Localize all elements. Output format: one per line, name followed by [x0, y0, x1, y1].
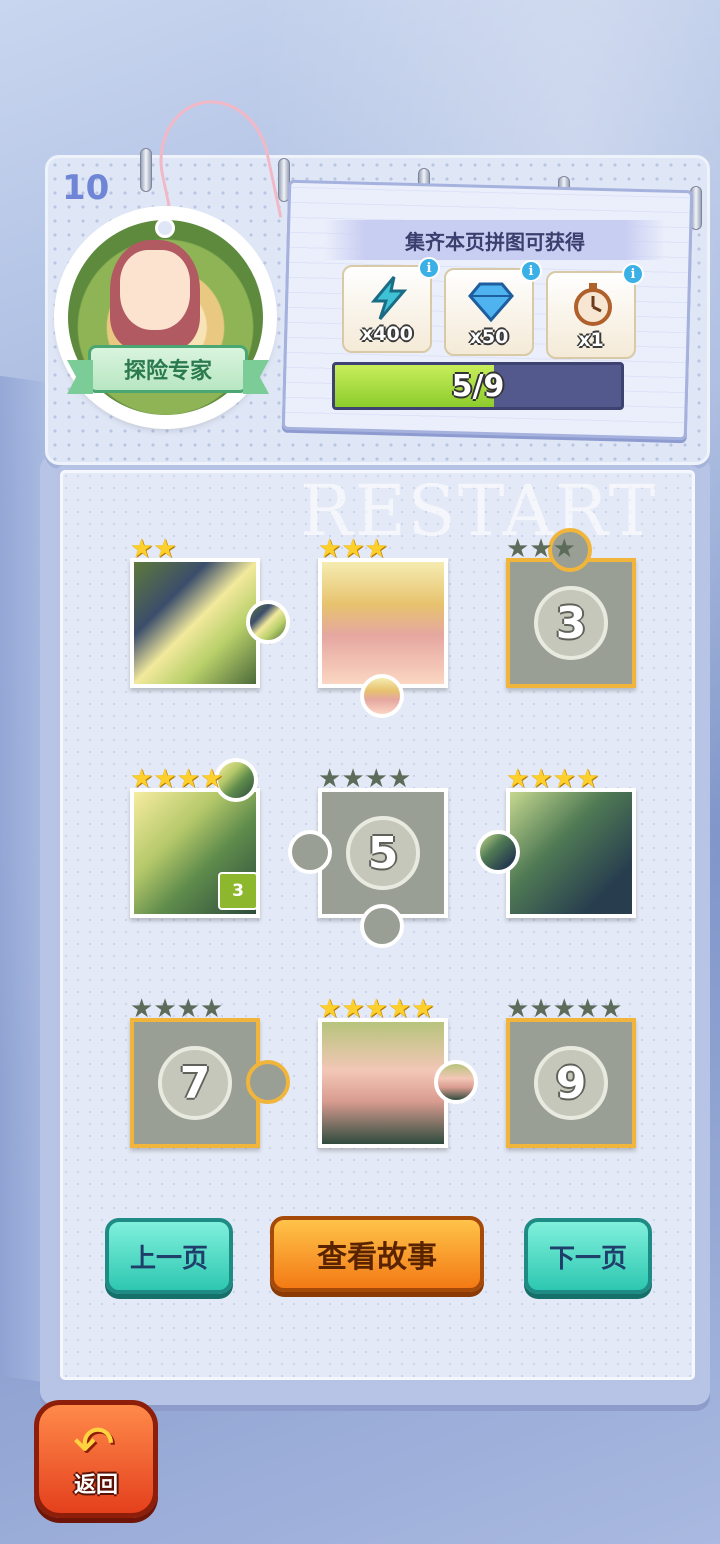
piece-number: 3 [534, 586, 608, 660]
puzzle-piece-1[interactable]: ★ ★ [130, 536, 290, 688]
reward-item-stopwatch[interactable]: x1 i [546, 263, 644, 359]
star-icon: ★ [387, 764, 412, 794]
piece-stars: ★ ★ ★ [318, 536, 388, 562]
puzzle-piece-5[interactable]: 5 ★ ★ ★ ★ [288, 766, 448, 948]
star-icon: ★ [575, 994, 600, 1024]
back-arrow-icon: ↶ [73, 1415, 115, 1473]
puzzle-piece-9[interactable]: 9 ★ ★ ★ ★ ★ [506, 996, 636, 1148]
reward-item-diamond[interactable]: x50 i [444, 260, 542, 356]
piece-knob [360, 674, 404, 718]
puzzle-piece-2[interactable]: ★ ★ ★ [318, 536, 448, 718]
binder-ring [140, 148, 152, 192]
piece-number: 9 [534, 1046, 608, 1120]
piece-knob [360, 904, 404, 948]
info-icon[interactable]: i [622, 263, 644, 285]
info-icon[interactable]: i [520, 260, 542, 282]
badge-hole [155, 218, 175, 238]
star-icon: ★ [341, 764, 365, 794]
puzzle-piece-3[interactable]: 3 ★ ★ ★ [506, 528, 636, 688]
star-icon: ★ [411, 994, 435, 1024]
prev-page-button[interactable]: 上一页 [105, 1218, 233, 1294]
star-icon: ★ [599, 994, 623, 1024]
piece-art [130, 558, 260, 688]
piece-art [318, 558, 448, 688]
star-icon: ★ [176, 764, 200, 794]
piece-stars: ★ ★ [130, 536, 177, 562]
collection-progress-bar: 5/9 [332, 362, 624, 410]
star-icon: ★ [506, 534, 530, 564]
star-icon: ★ [130, 994, 154, 1024]
piece-stars: ★ ★ ★ ★ [318, 766, 411, 792]
piece-number: 5 [346, 816, 420, 890]
piece-stars: ★ ★ ★ ★ ★ [506, 996, 623, 1022]
info-icon[interactable]: i [418, 257, 440, 279]
reward-count: x1 [578, 329, 604, 351]
star-icon: ★ [153, 994, 177, 1024]
page-number: 10 [62, 168, 110, 208]
next-page-label: 下一页 [548, 1243, 627, 1274]
star-icon: ★ [506, 994, 530, 1024]
star-icon: ★ [575, 764, 600, 794]
star-icon: ★ [130, 534, 154, 564]
piece-stars: ★ ★ ★ [506, 536, 576, 562]
star-icon: ★ [318, 994, 342, 1024]
puzzle-piece-8[interactable]: ★ ★ ★ ★ ★ [318, 996, 478, 1148]
piece-stars: ★ ★ ★ ★ ★ [318, 996, 435, 1022]
reward-title: 集齐本页拼图可获得 [325, 220, 665, 260]
star-icon: ★ [318, 534, 342, 564]
reward-count: x50 [469, 326, 509, 348]
badge-title: 探险专家 [123, 359, 212, 384]
energy-bolt-icon [366, 275, 412, 321]
puzzle-piece-7[interactable]: 7 ★ ★ ★ ★ [130, 996, 290, 1148]
piece-knob [434, 1060, 478, 1104]
piece-art [318, 1018, 448, 1148]
view-story-label: 查看故事 [317, 1240, 437, 1275]
piece-number: 7 [158, 1046, 232, 1120]
piece-stars: ★ ★ ★ ★ [130, 996, 223, 1022]
star-icon: ★ [199, 994, 224, 1024]
star-icon: ★ [153, 764, 177, 794]
star-icon: ★ [364, 534, 388, 564]
piece-art [506, 788, 636, 918]
star-icon: ★ [364, 994, 388, 1024]
reward-count: x400 [361, 323, 413, 345]
piece-knob [246, 1060, 290, 1104]
diamond-icon [468, 278, 514, 324]
badge-ribbon: 探险专家 [88, 345, 248, 393]
star-icon: ★ [529, 994, 553, 1024]
star-icon: ★ [176, 994, 200, 1024]
piece-knob [246, 600, 290, 644]
star-icon: ★ [387, 994, 412, 1024]
piece-knob [288, 830, 332, 874]
star-icon: ★ [529, 534, 553, 564]
back-label: 返回 [73, 1473, 118, 1498]
star-icon: ★ [199, 764, 224, 794]
star-icon: ★ [552, 534, 576, 564]
progress-text: 5/9 [451, 368, 505, 404]
stopwatch-icon [570, 281, 616, 327]
star-icon: ★ [341, 994, 365, 1024]
star-icon: ★ [153, 534, 177, 564]
star-icon: ★ [506, 764, 530, 794]
piece-stars: ★ ★ ★ ★ [506, 766, 599, 792]
puzzle-piece-4[interactable]: 3 ★ ★ ★ ★ [130, 758, 260, 918]
prev-page-label: 上一页 [129, 1243, 208, 1274]
star-icon: ★ [341, 534, 365, 564]
star-icon: ★ [130, 764, 154, 794]
star-icon: ★ [364, 764, 388, 794]
badge-character-face [120, 250, 190, 330]
star-icon: ★ [552, 994, 576, 1024]
back-button[interactable]: ↶ 返回 [34, 1400, 158, 1518]
star-icon: ★ [552, 764, 576, 794]
puzzle-piece-6[interactable]: ★ ★ ★ ★ [476, 766, 636, 918]
next-page-button[interactable]: 下一页 [524, 1218, 652, 1294]
view-story-button[interactable]: 查看故事 [270, 1216, 484, 1292]
reward-item-energy[interactable]: x400 i [342, 257, 440, 353]
piece-stars: ★ ★ ★ ★ [130, 766, 223, 792]
star-icon: ★ [318, 764, 342, 794]
star-icon: ★ [529, 764, 553, 794]
piece-count-tag: 3 [218, 872, 258, 910]
piece-knob [476, 830, 520, 874]
